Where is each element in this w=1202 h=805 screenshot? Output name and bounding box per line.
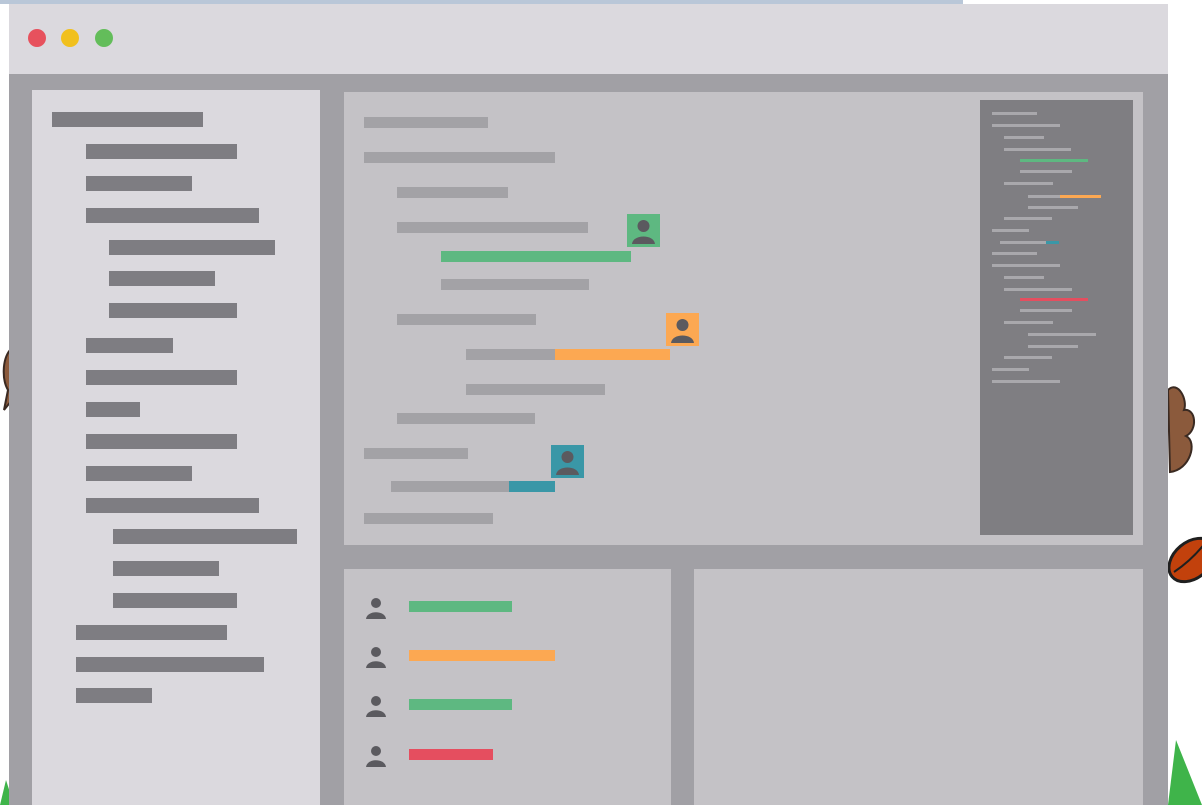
minimap-line: [1020, 170, 1072, 173]
minimap-line-red: [1020, 298, 1088, 301]
tree-item[interactable]: [86, 176, 192, 191]
tree-item[interactable]: [86, 402, 140, 417]
user-icon: [366, 746, 386, 767]
minimap-line: [992, 229, 1029, 232]
tree-item[interactable]: [86, 466, 192, 481]
user-icon: [366, 598, 386, 619]
minimap-line: [1004, 148, 1071, 151]
minimap-line: [1004, 182, 1053, 185]
minimap-line: [992, 368, 1029, 371]
code-line: [391, 481, 509, 492]
minimap-line: [1004, 321, 1053, 324]
minimap-line: [1028, 345, 1078, 348]
code-line: [397, 314, 536, 325]
tree-item[interactable]: [86, 144, 237, 159]
collaborator-activity-bar: [409, 749, 493, 760]
minimap-line: [1020, 309, 1072, 312]
collaborator-row[interactable]: [364, 595, 664, 619]
code-line: [441, 279, 589, 290]
empty-panel: [694, 569, 1143, 805]
tree-item[interactable]: [86, 370, 237, 385]
tree-item[interactable]: [109, 303, 237, 318]
maximize-button[interactable]: [95, 29, 113, 47]
user-icon: [632, 220, 655, 244]
minimap-line: [1004, 136, 1044, 139]
tree-item[interactable]: [113, 561, 219, 576]
minimap-line: [1004, 356, 1052, 359]
code-line: [466, 349, 555, 360]
minimap-line-green: [1020, 159, 1088, 162]
minimap-line: [992, 124, 1060, 127]
tree-item[interactable]: [76, 688, 152, 703]
collaborators-panel: [344, 569, 671, 805]
tree-item[interactable]: [86, 338, 173, 353]
close-button[interactable]: [28, 29, 46, 47]
tree-item[interactable]: [109, 240, 275, 255]
collaborator-row[interactable]: [364, 743, 664, 767]
minimap-line: [992, 264, 1060, 267]
minimap-line-orange: [1060, 195, 1101, 198]
code-editor[interactable]: [344, 92, 1143, 545]
code-line: [364, 117, 488, 128]
minimize-button[interactable]: [61, 29, 79, 47]
minimap-line: [1004, 276, 1044, 279]
tree-item[interactable]: [113, 593, 237, 608]
title-bar: [9, 4, 1168, 74]
collaborator-activity-bar: [409, 699, 512, 710]
tree-item[interactable]: [86, 498, 259, 513]
user-icon: [366, 696, 386, 717]
collaborator-row[interactable]: [364, 644, 664, 668]
minimap-line: [1028, 206, 1078, 209]
code-line: [466, 384, 605, 395]
code-line: [364, 152, 555, 163]
collaborator-row[interactable]: [364, 693, 664, 717]
minimap-line: [1028, 333, 1096, 336]
user-icon: [366, 647, 386, 668]
minimap-line: [992, 252, 1037, 255]
code-line: [364, 448, 468, 459]
collaborator-avatar-orange[interactable]: [666, 313, 699, 346]
decorative-illustration-right: [1166, 386, 1195, 474]
code-line: [397, 222, 588, 233]
minimap-line: [992, 380, 1060, 383]
minimap-line-teal: [1046, 241, 1059, 244]
code-line: [397, 187, 508, 198]
collaborator-cursor-line-orange: [555, 349, 670, 360]
tree-item[interactable]: [86, 208, 259, 223]
tree-item[interactable]: [86, 434, 237, 449]
code-line: [364, 513, 493, 524]
user-icon: [671, 319, 694, 343]
code-line: [397, 413, 535, 424]
collaborator-cursor-line-green: [441, 251, 631, 262]
tree-item[interactable]: [109, 271, 215, 286]
minimap-line: [992, 112, 1037, 115]
collaborator-activity-bar: [409, 601, 512, 612]
tree-item[interactable]: [76, 657, 264, 672]
collaborator-activity-bar: [409, 650, 555, 661]
minimap-line: [1004, 288, 1072, 291]
tree-item[interactable]: [113, 529, 297, 544]
minimap[interactable]: [980, 100, 1133, 535]
decorative-ball: [1167, 536, 1202, 584]
file-tree-sidebar: [32, 90, 320, 805]
minimap-line: [1004, 217, 1052, 220]
minimap-line: [1028, 195, 1060, 198]
minimap-line: [1000, 241, 1046, 244]
collaborator-avatar-green[interactable]: [627, 214, 660, 247]
user-icon: [556, 451, 579, 475]
collaborator-cursor-line-teal: [509, 481, 555, 492]
collaborator-avatar-teal[interactable]: [551, 445, 584, 478]
app-window: [9, 4, 1168, 805]
tree-item-root[interactable]: [52, 112, 203, 127]
tree-item[interactable]: [76, 625, 227, 640]
